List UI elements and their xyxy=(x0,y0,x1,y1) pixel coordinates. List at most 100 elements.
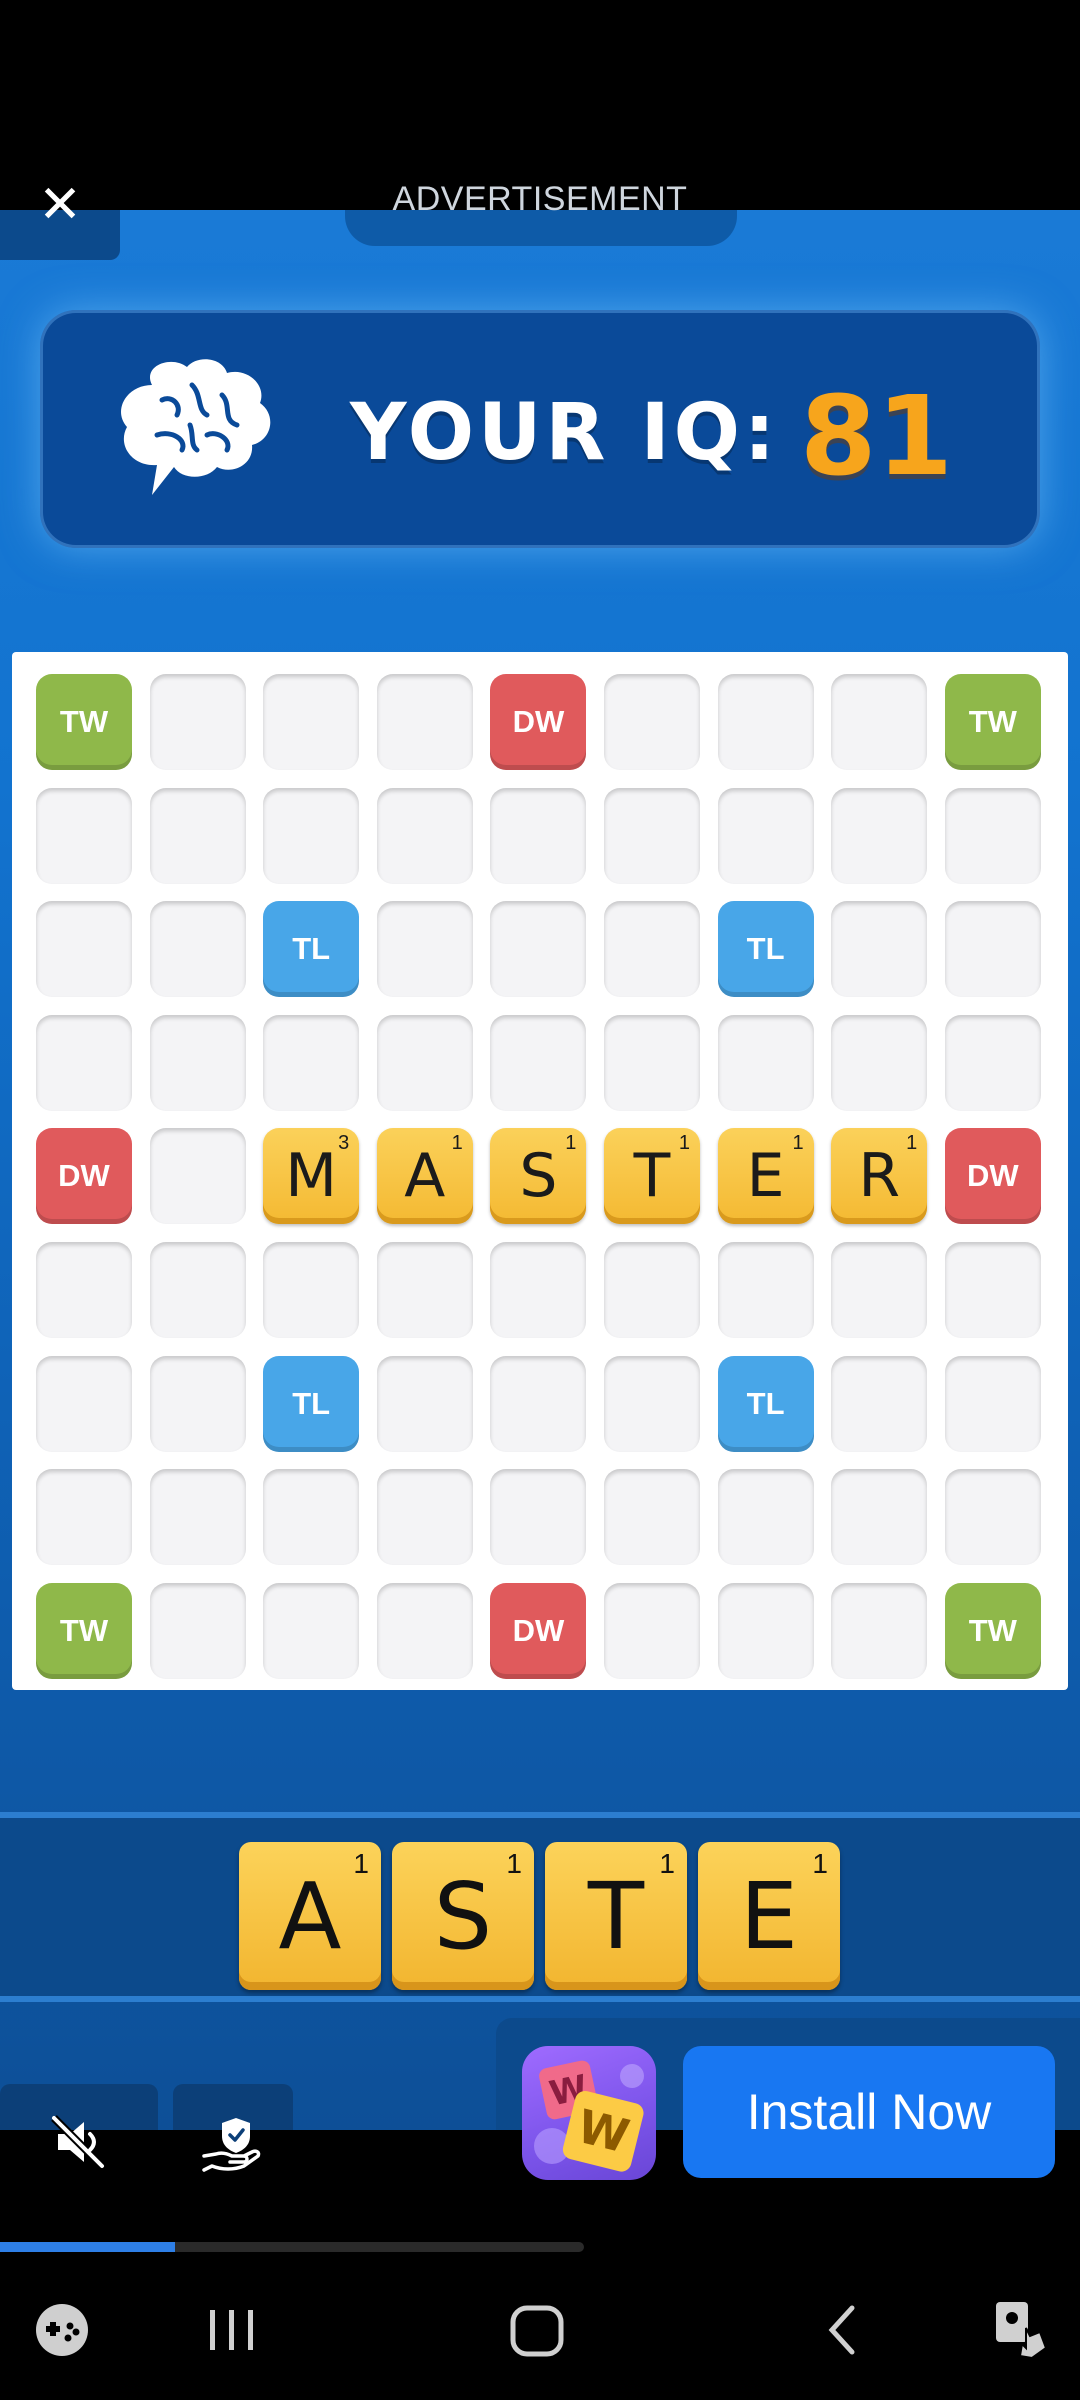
board-cell[interactable] xyxy=(376,674,473,770)
words-app-icon[interactable]: W W xyxy=(522,2046,656,2180)
board-cell[interactable] xyxy=(263,787,360,884)
board-cell[interactable] xyxy=(149,1128,246,1225)
tile-points: 3 xyxy=(338,1132,350,1155)
board-cell[interactable] xyxy=(604,901,700,998)
board-cell[interactable] xyxy=(36,1355,132,1452)
board-cell[interactable] xyxy=(831,901,928,998)
rack-tile[interactable]: E1 xyxy=(698,1842,840,1990)
board-cell[interactable] xyxy=(604,1582,700,1679)
board-cell[interactable] xyxy=(717,674,814,770)
premium-square-tw[interactable]: TW xyxy=(944,1582,1041,1679)
tile-points: 1 xyxy=(678,1132,690,1155)
board-cell[interactable] xyxy=(36,787,132,884)
premium-square-dw[interactable]: DW xyxy=(944,1128,1041,1225)
board-cell[interactable] xyxy=(376,1582,473,1679)
board-tile[interactable]: S1 xyxy=(490,1128,587,1225)
board-cell[interactable] xyxy=(944,1355,1041,1452)
board-tile[interactable]: M3 xyxy=(263,1128,360,1225)
board-cell[interactable] xyxy=(263,1242,360,1338)
board-cell[interactable] xyxy=(604,787,700,884)
board-cell[interactable] xyxy=(149,1014,246,1111)
board-cell[interactable] xyxy=(717,787,814,884)
board-cell[interactable] xyxy=(376,1014,473,1111)
board-cell[interactable] xyxy=(490,1469,587,1566)
home-icon[interactable] xyxy=(505,2298,569,2362)
premium-square-tl[interactable]: TL xyxy=(717,901,814,998)
board-cell[interactable] xyxy=(263,1469,360,1566)
board-cell[interactable] xyxy=(490,1355,587,1452)
premium-square-dw[interactable]: DW xyxy=(36,1128,132,1225)
board-cell[interactable] xyxy=(149,787,246,884)
board-cell[interactable] xyxy=(604,674,700,770)
board-cell[interactable] xyxy=(36,1242,132,1338)
game-launcher-icon[interactable] xyxy=(30,2298,94,2362)
accessibility-icon[interactable] xyxy=(990,2298,1054,2362)
board-tile[interactable]: T1 xyxy=(604,1128,700,1225)
premium-square-tw[interactable]: TW xyxy=(36,1582,132,1679)
board-tile[interactable]: E1 xyxy=(717,1128,814,1225)
board-cell[interactable] xyxy=(944,1469,1041,1566)
board-cell[interactable] xyxy=(376,1355,473,1452)
iq-value: 81 xyxy=(800,372,954,500)
advertisement-label: ADVERTISEMENT xyxy=(392,180,688,218)
board-cell[interactable] xyxy=(36,901,132,998)
iq-label: YOUR IQ: xyxy=(350,388,780,478)
board-cell[interactable] xyxy=(604,1355,700,1452)
board-cell[interactable] xyxy=(36,1469,132,1566)
shield-hand-icon[interactable] xyxy=(200,2114,264,2174)
back-icon[interactable] xyxy=(810,2298,874,2362)
board-cell[interactable] xyxy=(831,1582,928,1679)
rack-tile[interactable]: T1 xyxy=(545,1842,687,1990)
board-cell[interactable] xyxy=(604,1242,700,1338)
board-cell[interactable] xyxy=(376,787,473,884)
mute-icon[interactable] xyxy=(50,2112,110,2172)
premium-square-tw[interactable]: TW xyxy=(36,674,132,770)
board-cell[interactable] xyxy=(717,1582,814,1679)
board-cell[interactable] xyxy=(717,1469,814,1566)
premium-square-tl[interactable]: TL xyxy=(263,901,360,998)
board-cell[interactable] xyxy=(149,1469,246,1566)
board-cell[interactable] xyxy=(604,1469,700,1566)
board-cell[interactable] xyxy=(149,674,246,770)
board-cell[interactable] xyxy=(149,901,246,998)
board-cell[interactable] xyxy=(944,787,1041,884)
board-cell[interactable] xyxy=(831,674,928,770)
rack-tile[interactable]: S1 xyxy=(392,1842,534,1990)
board-cell[interactable] xyxy=(376,1469,473,1566)
board-cell[interactable] xyxy=(149,1355,246,1452)
board-cell[interactable] xyxy=(263,1582,360,1679)
board-cell[interactable] xyxy=(263,674,360,770)
board-cell[interactable] xyxy=(944,1014,1041,1111)
board-cell[interactable] xyxy=(490,901,587,998)
recent-apps-icon[interactable] xyxy=(200,2298,264,2362)
board-cell[interactable] xyxy=(944,1242,1041,1338)
tile-letter: A xyxy=(404,1141,446,1212)
board-tile[interactable]: A1 xyxy=(376,1128,473,1225)
board-cell[interactable] xyxy=(831,1469,928,1566)
board-cell[interactable] xyxy=(944,901,1041,998)
board-cell[interactable] xyxy=(149,1582,246,1679)
board-cell[interactable] xyxy=(831,1014,928,1111)
premium-square-tl[interactable]: TL xyxy=(263,1355,360,1452)
premium-square-tw[interactable]: TW xyxy=(944,674,1041,770)
board-cell[interactable] xyxy=(831,787,928,884)
premium-square-tl[interactable]: TL xyxy=(717,1355,814,1452)
board-cell[interactable] xyxy=(376,901,473,998)
premium-square-dw[interactable]: DW xyxy=(490,1582,587,1679)
board-cell[interactable] xyxy=(490,787,587,884)
board-cell[interactable] xyxy=(717,1014,814,1111)
board-cell[interactable] xyxy=(149,1242,246,1338)
board-cell[interactable] xyxy=(36,1014,132,1111)
board-cell[interactable] xyxy=(490,1242,587,1338)
board-cell[interactable] xyxy=(376,1242,473,1338)
rack-tile[interactable]: A1 xyxy=(239,1842,381,1990)
board-tile[interactable]: R1 xyxy=(831,1128,928,1225)
board-cell[interactable] xyxy=(263,1014,360,1111)
board-cell[interactable] xyxy=(831,1242,928,1338)
board-cell[interactable] xyxy=(717,1242,814,1338)
premium-square-dw[interactable]: DW xyxy=(490,674,587,770)
install-now-button[interactable]: Install Now xyxy=(683,2046,1055,2178)
board-cell[interactable] xyxy=(490,1014,587,1111)
board-cell[interactable] xyxy=(604,1014,700,1111)
board-cell[interactable] xyxy=(831,1355,928,1452)
